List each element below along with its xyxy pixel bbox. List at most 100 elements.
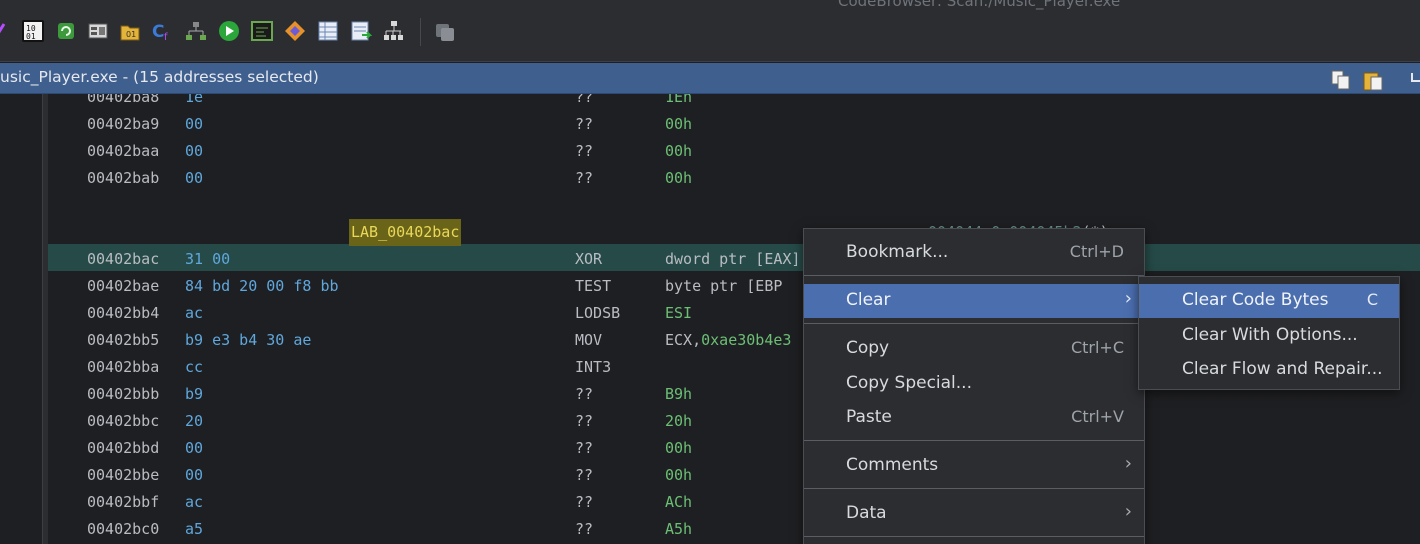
- listing-title: usic_Player.exe - (15 addresses selected…: [0, 68, 319, 86]
- snapshot-icon[interactable]: [1410, 69, 1420, 89]
- row-mnemonic: INT3: [575, 358, 612, 376]
- listing-row[interactable]: 00402baa 00?? 00h: [48, 138, 1420, 165]
- row-address: 00402bbb: [87, 385, 160, 403]
- function-graph-icon[interactable]: [185, 20, 207, 42]
- paste-icon[interactable]: [1362, 69, 1383, 91]
- snapshot-icon[interactable]: [434, 20, 456, 42]
- svg-text:C: C: [152, 22, 164, 42]
- listing-row[interactable]: 00402bac 31 00 XOR dword ptr [EAX],EAX: [48, 246, 1420, 273]
- menu-item-copy-special[interactable]: Copy Special...: [804, 367, 1144, 401]
- menu-separator: [804, 275, 1144, 276]
- listing-row[interactable]: 00402bc0 a5?? A5h: [48, 516, 1420, 543]
- row-address: 00402bba: [87, 358, 160, 376]
- row-operand: ACh: [665, 493, 693, 511]
- row-bytes: 00: [185, 466, 204, 484]
- menu-item-label: Copy: [846, 338, 890, 358]
- row-bytes: a5: [185, 520, 204, 538]
- row-address: 00402bac: [87, 250, 160, 268]
- svg-text:01: 01: [26, 32, 36, 40]
- operand-immediate: 0xae30b4e3: [701, 331, 792, 349]
- menu-item-label: Clear With Options...: [1182, 325, 1358, 345]
- row-bytes: 00: [185, 142, 204, 160]
- tree-icon[interactable]: [383, 20, 405, 42]
- bookmark-icon[interactable]: [284, 20, 306, 42]
- listing-row[interactable]: 00402ba9 00?? 00h: [48, 111, 1420, 138]
- row-mnemonic: ??: [575, 385, 594, 403]
- row-operand: 00h: [665, 169, 693, 187]
- row-mnemonic: ??: [575, 115, 594, 133]
- menu-item-label: Clear Code Bytes: [1182, 290, 1329, 310]
- row-bytes: 00: [185, 115, 204, 133]
- row-operand: 20h: [665, 412, 693, 430]
- row-mnemonic: MOV: [575, 331, 603, 349]
- table-icon[interactable]: [317, 20, 339, 42]
- row-bytes: ac: [185, 493, 204, 511]
- row-address: 00402bab: [87, 169, 160, 187]
- row-bytes: 84 bd 20 00 f8 bb: [185, 277, 339, 295]
- row-mnemonic: LODSB: [575, 304, 621, 322]
- menu-item-data[interactable]: Data ›: [804, 497, 1144, 531]
- program-tree-icon[interactable]: 01: [119, 20, 141, 42]
- bytes-view-icon[interactable]: 10 01: [22, 20, 44, 42]
- export-icon[interactable]: [350, 20, 373, 42]
- toolbar-separator: [420, 18, 421, 46]
- listing-row[interactable]: 00402ba8 1e?? 1Eh: [48, 94, 1420, 111]
- row-bytes: 20: [185, 412, 204, 430]
- listing-row[interactable]: 00402bbe 00?? 00h: [48, 462, 1420, 489]
- menu-separator: [804, 323, 1144, 324]
- edit-icon[interactable]: [0, 20, 6, 42]
- row-operand: 1Eh: [665, 94, 693, 106]
- function-call-icon[interactable]: Cf: [152, 20, 174, 43]
- row-operand: B9h: [665, 385, 693, 403]
- listing-row[interactable]: 00402bbf ac?? ACh: [48, 489, 1420, 516]
- row-address: 00402bc0: [87, 520, 160, 538]
- window-title: CodeBrowser: Scan:/Music_Player.exe: [838, 0, 1121, 10]
- row-operand: byte ptr [EBP: [665, 277, 783, 295]
- row-bytes: 31 00: [185, 250, 231, 268]
- menu-item-shortcut: C: [1366, 290, 1378, 309]
- menu-item-bookmark[interactable]: Bookmark... Ctrl+D: [804, 236, 1144, 270]
- menu-item-paste[interactable]: Paste Ctrl+V: [804, 401, 1144, 435]
- menu-item-clear[interactable]: Clear ›: [804, 284, 1144, 318]
- refresh-icon[interactable]: [55, 20, 77, 42]
- row-mnemonic: ??: [575, 169, 594, 187]
- listing-header: usic_Player.exe - (15 addresses selected…: [0, 63, 1420, 94]
- copy-icon[interactable]: [1330, 69, 1350, 90]
- listing-row[interactable]: 00402bab 00?? 00h: [48, 165, 1420, 192]
- menu-item-label: Paste: [846, 407, 892, 427]
- menu-item-comments[interactable]: Comments ›: [804, 449, 1144, 483]
- row-operand: ECX,0xae30b4e3: [665, 327, 791, 354]
- submenu-item-clear-code-bytes[interactable]: Clear Code Bytes C: [1139, 284, 1399, 318]
- row-bytes: 00: [185, 439, 204, 457]
- row-mnemonic: ??: [575, 439, 594, 457]
- row-mnemonic: TEST: [575, 277, 612, 295]
- submenu-item-clear-with-options[interactable]: Clear With Options...: [1139, 319, 1399, 353]
- listing-row[interactable]: 00402bbc 20?? 20h: [48, 408, 1420, 435]
- submenu-item-clear-flow-and-repair[interactable]: Clear Flow and Repair...: [1139, 353, 1399, 387]
- menu-item-label: Clear Flow and Repair...: [1182, 359, 1383, 379]
- run-icon[interactable]: [218, 20, 240, 42]
- submenu-arrow-icon: ›: [1124, 501, 1132, 522]
- menu-item-label: Data: [846, 503, 887, 523]
- clear-submenu: Clear Code Bytes C Clear With Options...…: [1138, 276, 1400, 390]
- listing-row[interactable]: 00402bbd 00?? 00h: [48, 435, 1420, 462]
- row-operand: 00h: [665, 115, 693, 133]
- terminal-icon[interactable]: [251, 20, 273, 42]
- menu-item-copy[interactable]: Copy Ctrl+C: [804, 332, 1144, 366]
- row-operand: 00h: [665, 142, 693, 160]
- row-address: 00402bae: [87, 277, 160, 295]
- row-address: 00402baa: [87, 142, 160, 160]
- row-bytes: ac: [185, 304, 204, 322]
- menu-item-shortcut: Ctrl+V: [1071, 407, 1124, 426]
- code-label[interactable]: LAB_00402bac: [349, 219, 462, 246]
- row-mnemonic: ??: [575, 142, 594, 160]
- row-bytes: 00: [185, 169, 204, 187]
- svg-text:f: f: [164, 32, 168, 42]
- row-address: 00402ba8: [87, 94, 160, 106]
- menu-item-label: Comments: [846, 455, 939, 475]
- row-address: 00402bbd: [87, 439, 160, 457]
- row-bytes: b9 e3 b4 30 ae: [185, 331, 312, 349]
- row-mnemonic: ??: [575, 520, 594, 538]
- data-type-manager-icon[interactable]: [87, 20, 109, 42]
- context-menu: Bookmark... Ctrl+D Clear › Copy Ctrl+C C…: [803, 228, 1145, 544]
